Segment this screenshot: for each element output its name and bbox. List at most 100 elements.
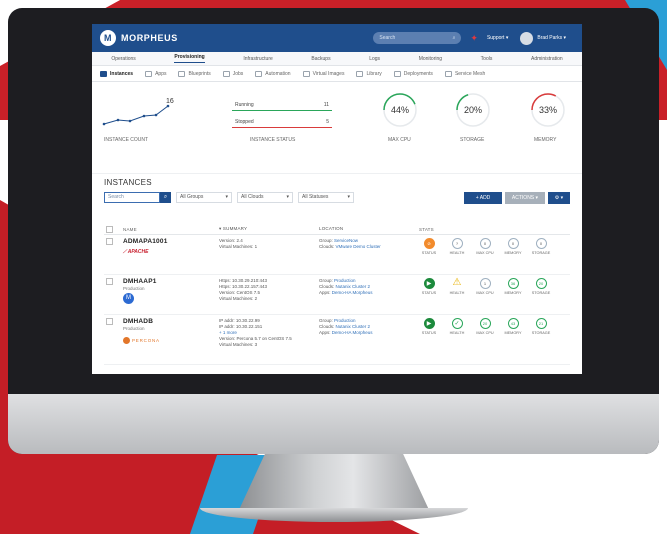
actions-button[interactable]: ACTIONS ▾ [505, 192, 545, 204]
column-stats: STATS [419, 226, 434, 232]
chevron-down-icon: ▾ [347, 194, 350, 200]
monitor-chin [8, 394, 659, 454]
memory-label: MEMORY [534, 137, 557, 143]
instance-count-sparkline: 16 [102, 98, 174, 126]
nav-operations[interactable]: Operations [111, 56, 135, 62]
group-link[interactable]: Production [334, 278, 356, 283]
status-filter-select[interactable]: All Statuses ▾ [298, 192, 354, 203]
group-link[interactable]: Production [334, 318, 356, 323]
instance-filters: Search ⌕ All Groups ▾ All Clouds ▾ All Sta… [104, 192, 354, 203]
healthy-check-icon: ✓ [451, 318, 463, 329]
top-bar: M MORPHEUS Search ⌕ ✦ Support ▾ Brad Par… [92, 24, 582, 52]
column-summary[interactable]: ▾ SUMMARY [219, 226, 319, 232]
nav-provisioning[interactable]: Provisioning [174, 54, 205, 63]
storage-stat: 21 [535, 318, 547, 329]
automation-icon [255, 70, 263, 77]
settings-button[interactable]: ⚙ ▾ [548, 192, 570, 204]
instances-icon [100, 70, 107, 77]
monitor-stand [238, 454, 430, 512]
storage-value: 20% [463, 105, 482, 115]
nav-backups[interactable]: Backups [311, 56, 330, 62]
add-button[interactable]: + ADD [464, 192, 502, 204]
instance-status-label: INSTANCE STATUS [250, 137, 296, 143]
select-all-checkbox[interactable] [106, 225, 113, 233]
brand-logo[interactable]: M MORPHEUS [100, 30, 178, 46]
app-link[interactable]: Demo-HA Morpheus [332, 330, 373, 335]
subnav-blueprints[interactable]: Blueprints [178, 70, 211, 77]
user-menu[interactable]: Brad Parks ▾ [537, 35, 566, 41]
table-row[interactable]: DMHADB Production PERCONA IP addr: 10.30… [104, 315, 570, 365]
instance-name[interactable]: ADMAPA1001 [123, 238, 219, 245]
row-checkbox[interactable] [106, 238, 113, 245]
service-mesh-icon [444, 70, 452, 77]
library-icon [356, 70, 364, 77]
memory-stat: 0 [507, 238, 519, 249]
instance-status-widget: Running 11 Stopped 5 [232, 100, 332, 128]
table-row[interactable]: ADMAPA1001 ⟋ APACHE Version: 2.4 Virtual… [104, 235, 570, 275]
gear-icon: ⚙ [554, 195, 560, 201]
warning-icon: ⚠ [452, 277, 462, 288]
percona-logo-icon: PERCONA [123, 337, 219, 344]
subnav-library[interactable]: Library [356, 70, 382, 77]
alert-icon[interactable]: ✦ [470, 33, 478, 44]
morpheus-logo-icon: M [100, 30, 116, 46]
nav-monitoring[interactable]: Monitoring [419, 56, 442, 62]
max-cpu-label: MAX CPU [388, 137, 411, 143]
app-link[interactable]: Demo-HA Morpheus [332, 290, 373, 295]
instance-name[interactable]: DMHAAP1 [123, 278, 219, 285]
storage-label: STORAGE [460, 137, 485, 143]
memory-stat: 43 [507, 318, 519, 329]
instances-table: NAME ▾ SUMMARY LOCATION STATS ADMAPA1001… [104, 224, 570, 365]
chevron-down-icon: ▾ [286, 194, 289, 200]
subnav-apps[interactable]: Apps [145, 70, 166, 77]
apps-icon [145, 70, 153, 77]
memory-value: 33% [538, 105, 557, 115]
blueprints-icon [178, 70, 186, 77]
cloud-link[interactable]: Nutanix Cluster 2 [336, 284, 371, 289]
running-status-icon: ▶ [423, 278, 435, 289]
instances-title: INSTANCES [104, 178, 152, 187]
stats-widgets: 16 INSTANCE COUNT Running 11 Stopped 5 INS… [92, 82, 582, 174]
virtual-images-icon [302, 70, 310, 77]
support-menu[interactable]: Support ▾ [487, 35, 508, 41]
row-checkbox[interactable] [106, 318, 113, 325]
avatar[interactable] [520, 31, 534, 45]
subnav-service-mesh[interactable]: Service Mesh [444, 70, 485, 77]
table-header: NAME ▾ SUMMARY LOCATION STATS [104, 224, 570, 235]
subnav-automation[interactable]: Automation [255, 70, 291, 77]
search-button[interactable]: ⌕ [160, 192, 171, 203]
group-filter-select[interactable]: All Groups ▾ [176, 192, 232, 203]
cloud-filter-select[interactable]: All Clouds ▾ [237, 192, 293, 203]
app-screen: M MORPHEUS Search ⌕ ✦ Support ▾ Brad Par… [92, 24, 582, 374]
health-unknown-icon: ? [451, 238, 463, 249]
group-link[interactable]: ServiceNow [334, 238, 358, 243]
nav-logs[interactable]: Logs [369, 56, 380, 62]
storage-stat: 0 [535, 238, 547, 249]
subnav-virtual-images[interactable]: Virtual Images [302, 70, 344, 77]
nav-administration[interactable]: Administration [531, 56, 563, 62]
subnav-jobs[interactable]: Jobs [222, 70, 243, 77]
column-location[interactable]: LOCATION [319, 226, 419, 232]
brand-name: MORPHEUS [121, 33, 178, 43]
instance-actions: + ADD ACTIONS ▾ ⚙ ▾ [464, 192, 570, 204]
subnav-instances[interactable]: Instances [100, 70, 133, 77]
sub-nav: Instances Apps Blueprints Jobs Automatio… [92, 66, 582, 82]
apache-logo-icon: ⟋ APACHE [123, 249, 149, 255]
global-search-input[interactable]: Search ⌕ [373, 32, 462, 44]
cloud-link[interactable]: VMware Demo Cluster [336, 244, 381, 249]
nav-tools[interactable]: Tools [481, 56, 493, 62]
chevron-down-icon: ▾ [225, 194, 228, 200]
deployments-icon [393, 70, 401, 77]
column-name[interactable]: NAME [123, 227, 219, 232]
row-checkbox[interactable] [106, 278, 113, 285]
table-row[interactable]: DMHAAP1 Production M Https: 10.30.29.210… [104, 275, 570, 315]
max-cpu-stat: 1 [479, 278, 491, 289]
subnav-deployments[interactable]: Deployments [393, 70, 433, 77]
instance-name[interactable]: DMHADB [123, 318, 219, 325]
cloud-link[interactable]: Nutanix Cluster 2 [336, 324, 371, 329]
memory-stat: 36 [507, 278, 519, 289]
running-status-icon: ▶ [423, 318, 435, 329]
max-cpu-stat: 0 [479, 238, 491, 249]
nav-infrastructure[interactable]: Infrastructure [243, 56, 272, 62]
instance-search-input[interactable]: Search [104, 192, 160, 203]
